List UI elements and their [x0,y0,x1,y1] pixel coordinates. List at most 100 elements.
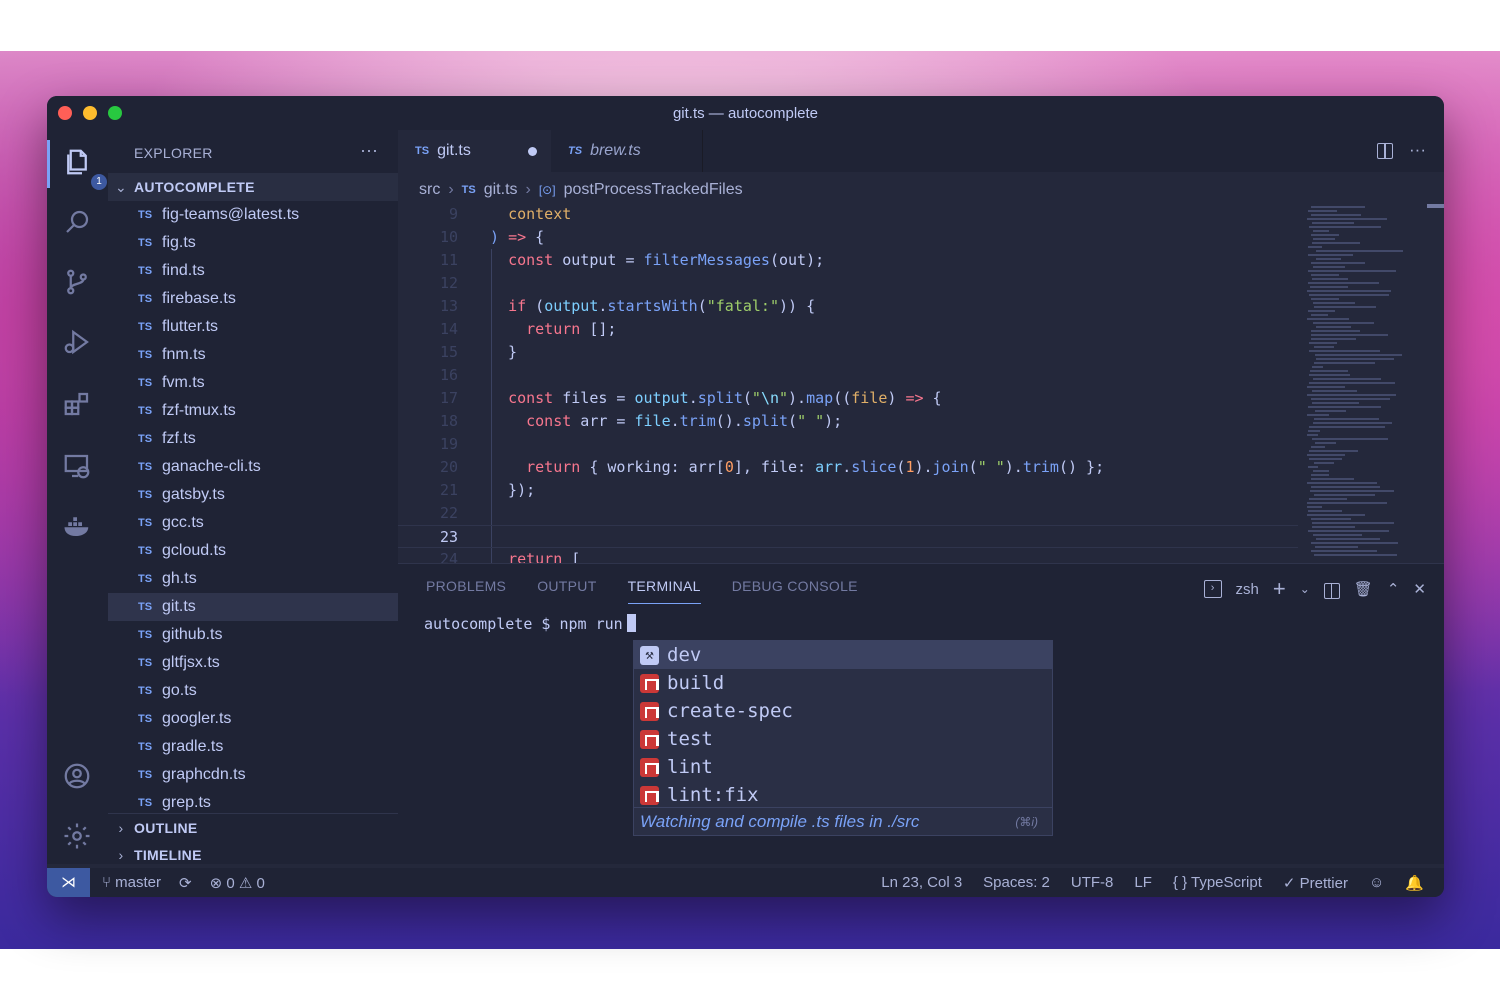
minimap[interactable] [1303,206,1423,562]
suggestion-test[interactable]: test [634,725,1052,753]
breadcrumb-symbol[interactable]: postProcessTrackedFiles [564,181,743,199]
terminal-shell-selector[interactable]: zsh [1236,581,1259,598]
code-editor[interactable]: 9 context 10) => { 11 const output = fil… [398,203,1298,563]
branch-item[interactable]: ⑂ master [102,874,161,892]
encoding[interactable]: UTF-8 [1071,874,1114,892]
tab-brew-ts[interactable]: TS brew.ts [551,130,703,172]
minimap-line [1312,242,1360,244]
file-item[interactable]: TS gcc.ts [108,509,398,537]
terminal-icon: › [1203,580,1222,598]
folder-autocomplete[interactable]: ⌄ AUTOCOMPLETE [108,173,398,201]
new-terminal-plus-icon[interactable]: + [1273,576,1286,602]
editor-scrollbar[interactable] [1427,204,1444,208]
breadcrumb-folder[interactable]: src [419,181,440,199]
suggestion-lint[interactable]: lint [634,753,1052,781]
language-mode[interactable]: { } TypeScript [1173,874,1262,892]
file-item[interactable]: TS fzf-tmux.ts [108,397,398,425]
explorer-more-button[interactable]: ··· [360,140,378,161]
file-item[interactable]: TS gh.ts [108,565,398,593]
minimap-line [1315,410,1346,412]
file-item[interactable]: TS grep.ts [108,789,398,813]
file-item[interactable]: TS github.ts [108,621,398,649]
file-item[interactable]: TS gatsby.ts [108,481,398,509]
minimap-line [1307,514,1365,516]
file-name: fig.ts [162,234,196,251]
remote-explorer-icon[interactable] [59,448,95,484]
line-number: 16 [439,366,458,384]
file-item[interactable]: TS ganache-cli.ts [108,453,398,481]
suggestion-lint-fix[interactable]: lint:fix [634,781,1052,809]
minimap-line [1315,442,1336,444]
file-item[interactable]: TS gltfjsx.ts [108,649,398,677]
code-line: 16 [398,364,1298,387]
typescript-file-icon: TS [138,377,153,389]
run-debug-icon[interactable] [59,324,95,360]
split-editor-icon[interactable] [1377,143,1394,159]
typescript-file-icon: TS [138,797,153,809]
git-branch-icon: ⑂ [102,874,116,891]
maximize-panel-chevron-up-icon[interactable]: ⌃ [1387,580,1400,598]
file-item[interactable]: TS find.ts [108,257,398,285]
suggestion-dev[interactable]: ⚒ dev [634,641,1052,669]
minimap-line [1309,382,1395,384]
file-item[interactable]: TS flutter.ts [108,313,398,341]
more-actions-icon[interactable]: ··· [1409,140,1426,160]
formatter[interactable]: ✓ Prettier [1283,874,1348,892]
notifications-bell-icon[interactable]: 🔔 [1405,874,1424,892]
code-line: 11 const output = filterMessages(out); [398,249,1298,272]
split-terminal-icon[interactable] [1323,582,1340,599]
chevron-down-icon[interactable]: ⌄ [1300,582,1310,596]
problems-item[interactable]: ⊗ 0 ⚠ 0 [210,874,265,892]
file-item[interactable]: TS go.ts [108,677,398,705]
terminal-output[interactable]: autocomplete $ npm run [424,614,636,633]
tools-icon: ⚒ [640,645,659,665]
account-icon[interactable] [59,758,95,794]
minimap-line [1313,266,1345,268]
cursor-position[interactable]: Ln 23, Col 3 [881,874,962,892]
minimap-line [1308,254,1353,256]
tab-problems[interactable]: PROBLEMS [426,578,506,594]
close-panel-icon[interactable]: ✕ [1413,580,1426,598]
extensions-icon[interactable] [59,386,95,422]
code-line: 20 return { working: arr[0], file: arr.s… [398,456,1298,479]
file-item[interactable]: TS fzf.ts [108,425,398,453]
source-control-icon[interactable] [59,264,95,300]
sync-icon[interactable]: ⟳ [179,874,192,892]
file-item[interactable]: TS fig-teams@latest.ts [108,201,398,229]
typescript-file-icon: TS [138,713,153,725]
file-item[interactable]: TS fnm.ts [108,341,398,369]
tab-debug-console[interactable]: DEBUG CONSOLE [732,578,858,594]
file-item[interactable]: TS graphcdn.ts [108,761,398,789]
suggestion-create-spec[interactable]: create-spec [634,697,1052,725]
file-item[interactable]: TS fig.ts [108,229,398,257]
explorer-icon[interactable]: 1 [59,144,107,190]
settings-gear-icon[interactable] [59,818,95,854]
file-item[interactable]: TS googler.ts [108,705,398,733]
feedback-icon[interactable]: ☺ [1369,874,1384,892]
file-item[interactable]: TS git.ts [108,593,398,621]
code-line: 14 return []; [398,318,1298,341]
tab-git-ts[interactable]: TS git.ts [398,130,551,172]
file-item[interactable]: TS gcloud.ts [108,537,398,565]
search-icon[interactable] [59,204,95,240]
unsaved-dot-icon[interactable] [528,147,537,156]
minimap-line [1309,350,1380,352]
npm-icon [640,729,659,749]
timeline-section[interactable]: › TIMELINE [108,841,398,869]
code-text: ) => { [490,228,545,246]
file-item[interactable]: TS firebase.ts [108,285,398,313]
outline-section[interactable]: › OUTLINE [108,813,398,841]
file-item[interactable]: TS fvm.ts [108,369,398,397]
indentation[interactable]: Spaces: 2 [983,874,1050,892]
file-item[interactable]: TS gradle.ts [108,733,398,761]
tab-output[interactable]: OUTPUT [537,578,596,594]
minimap-line [1311,298,1339,300]
end-of-line[interactable]: LF [1134,874,1152,892]
suggestion-build[interactable]: build [634,669,1052,697]
breadcrumb-file[interactable]: git.ts [484,181,518,199]
current-code-line: 23 [398,525,1298,548]
trash-icon[interactable]: 🗑 [1354,580,1373,598]
tab-terminal[interactable]: TERMINAL [627,578,701,604]
remote-indicator-icon[interactable]: ⋊ [47,868,90,897]
docker-icon[interactable] [59,508,95,544]
